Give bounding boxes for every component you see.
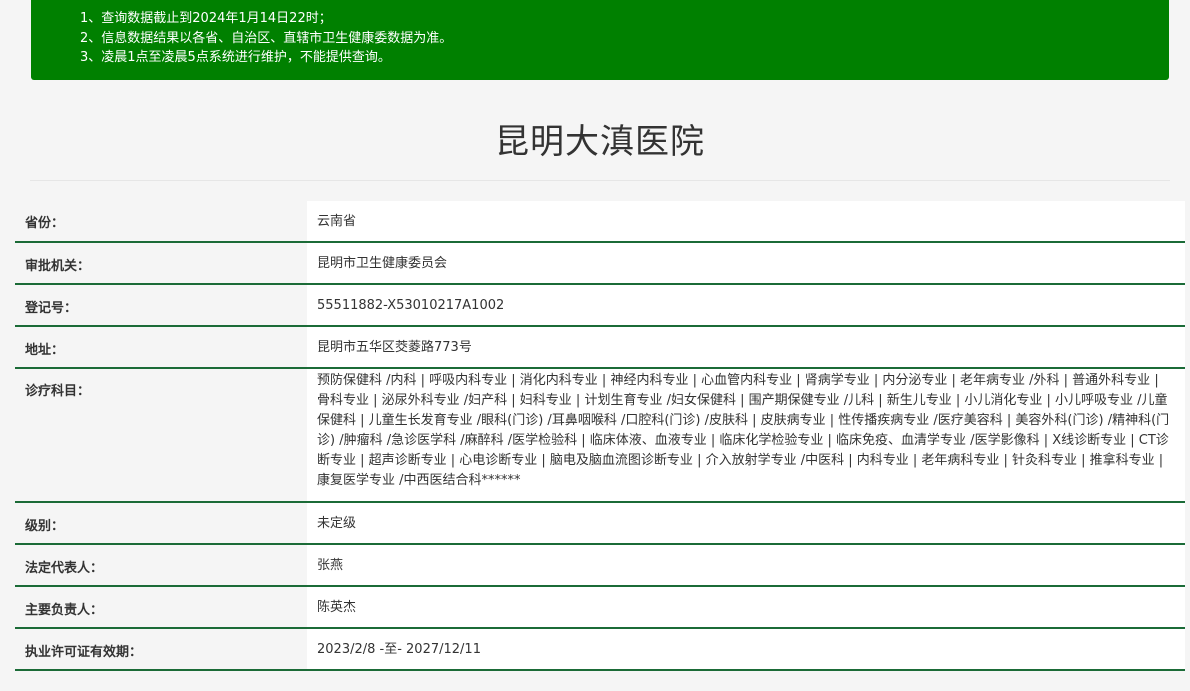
title-divider <box>30 180 1170 181</box>
field-value: 昆明市五华区茭菱路773号 <box>307 327 1185 367</box>
table-row-province: 省份： 云南省 <box>15 201 1185 243</box>
notice-line: 1、查询数据截止到2024年1月14日22时； <box>80 11 332 26</box>
field-label: 审批机关： <box>25 259 91 274</box>
table-row-principal: 主要负责人： 陈英杰 <box>15 587 1185 629</box>
table-row-license-validity: 执业许可证有效期： 2023/2/8 -至- 2027/12/11 <box>15 629 1185 671</box>
table-row-treatment-scope: 诊疗科目： 预防保健科 /内科 | 呼吸内科专业 | 消化内科专业 | 神经内科… <box>15 369 1185 503</box>
table-row-level: 级别： 未定级 <box>15 503 1185 545</box>
table-row-approval-authority: 审批机关： 昆明市卫生健康委员会 <box>15 243 1185 285</box>
field-value: 2023/2/8 -至- 2027/12/11 <box>307 629 1185 669</box>
field-value: 陈英杰 <box>307 587 1185 627</box>
field-value: 55511882-X53010217A1002 <box>307 285 1185 325</box>
notice-line: 3、凌晨1点至凌晨5点系统进行维护，不能提供查询。 <box>80 50 391 65</box>
hospital-info-table: 省份： 云南省 审批机关： 昆明市卫生健康委员会 登记号： 55511882-X… <box>15 201 1185 671</box>
field-label: 执业许可证有效期： <box>25 645 143 660</box>
field-value: 云南省 <box>307 201 1185 241</box>
field-label: 登记号： <box>25 301 78 316</box>
field-label: 诊疗科目： <box>25 384 91 399</box>
notice-line: 2、信息数据结果以各省、自治区、直辖市卫生健康委数据为准。 <box>80 30 453 46</box>
hospital-title: 昆明大滇医院 <box>495 122 705 162</box>
field-label: 省份： <box>25 216 65 231</box>
field-label: 主要负责人： <box>25 603 104 618</box>
table-row-address: 地址： 昆明市五华区茭菱路773号 <box>15 327 1185 369</box>
field-label: 法定代表人： <box>25 561 104 576</box>
notice-banner: 1、查询数据截止到2024年1月14日22时； 2、信息数据结果以各省、自治区、… <box>31 0 1169 80</box>
field-value: 未定级 <box>307 503 1185 543</box>
field-label: 地址： <box>25 343 65 358</box>
table-row-registration-number: 登记号： 55511882-X53010217A1002 <box>15 285 1185 327</box>
field-label: 级别： <box>25 519 65 534</box>
table-row-legal-representative: 法定代表人： 张燕 <box>15 545 1185 587</box>
field-value: 昆明市卫生健康委员会 <box>307 243 1185 283</box>
field-value: 预防保健科 /内科 | 呼吸内科专业 | 消化内科专业 | 神经内科专业 | 心… <box>307 369 1185 501</box>
field-value: 张燕 <box>307 545 1185 585</box>
